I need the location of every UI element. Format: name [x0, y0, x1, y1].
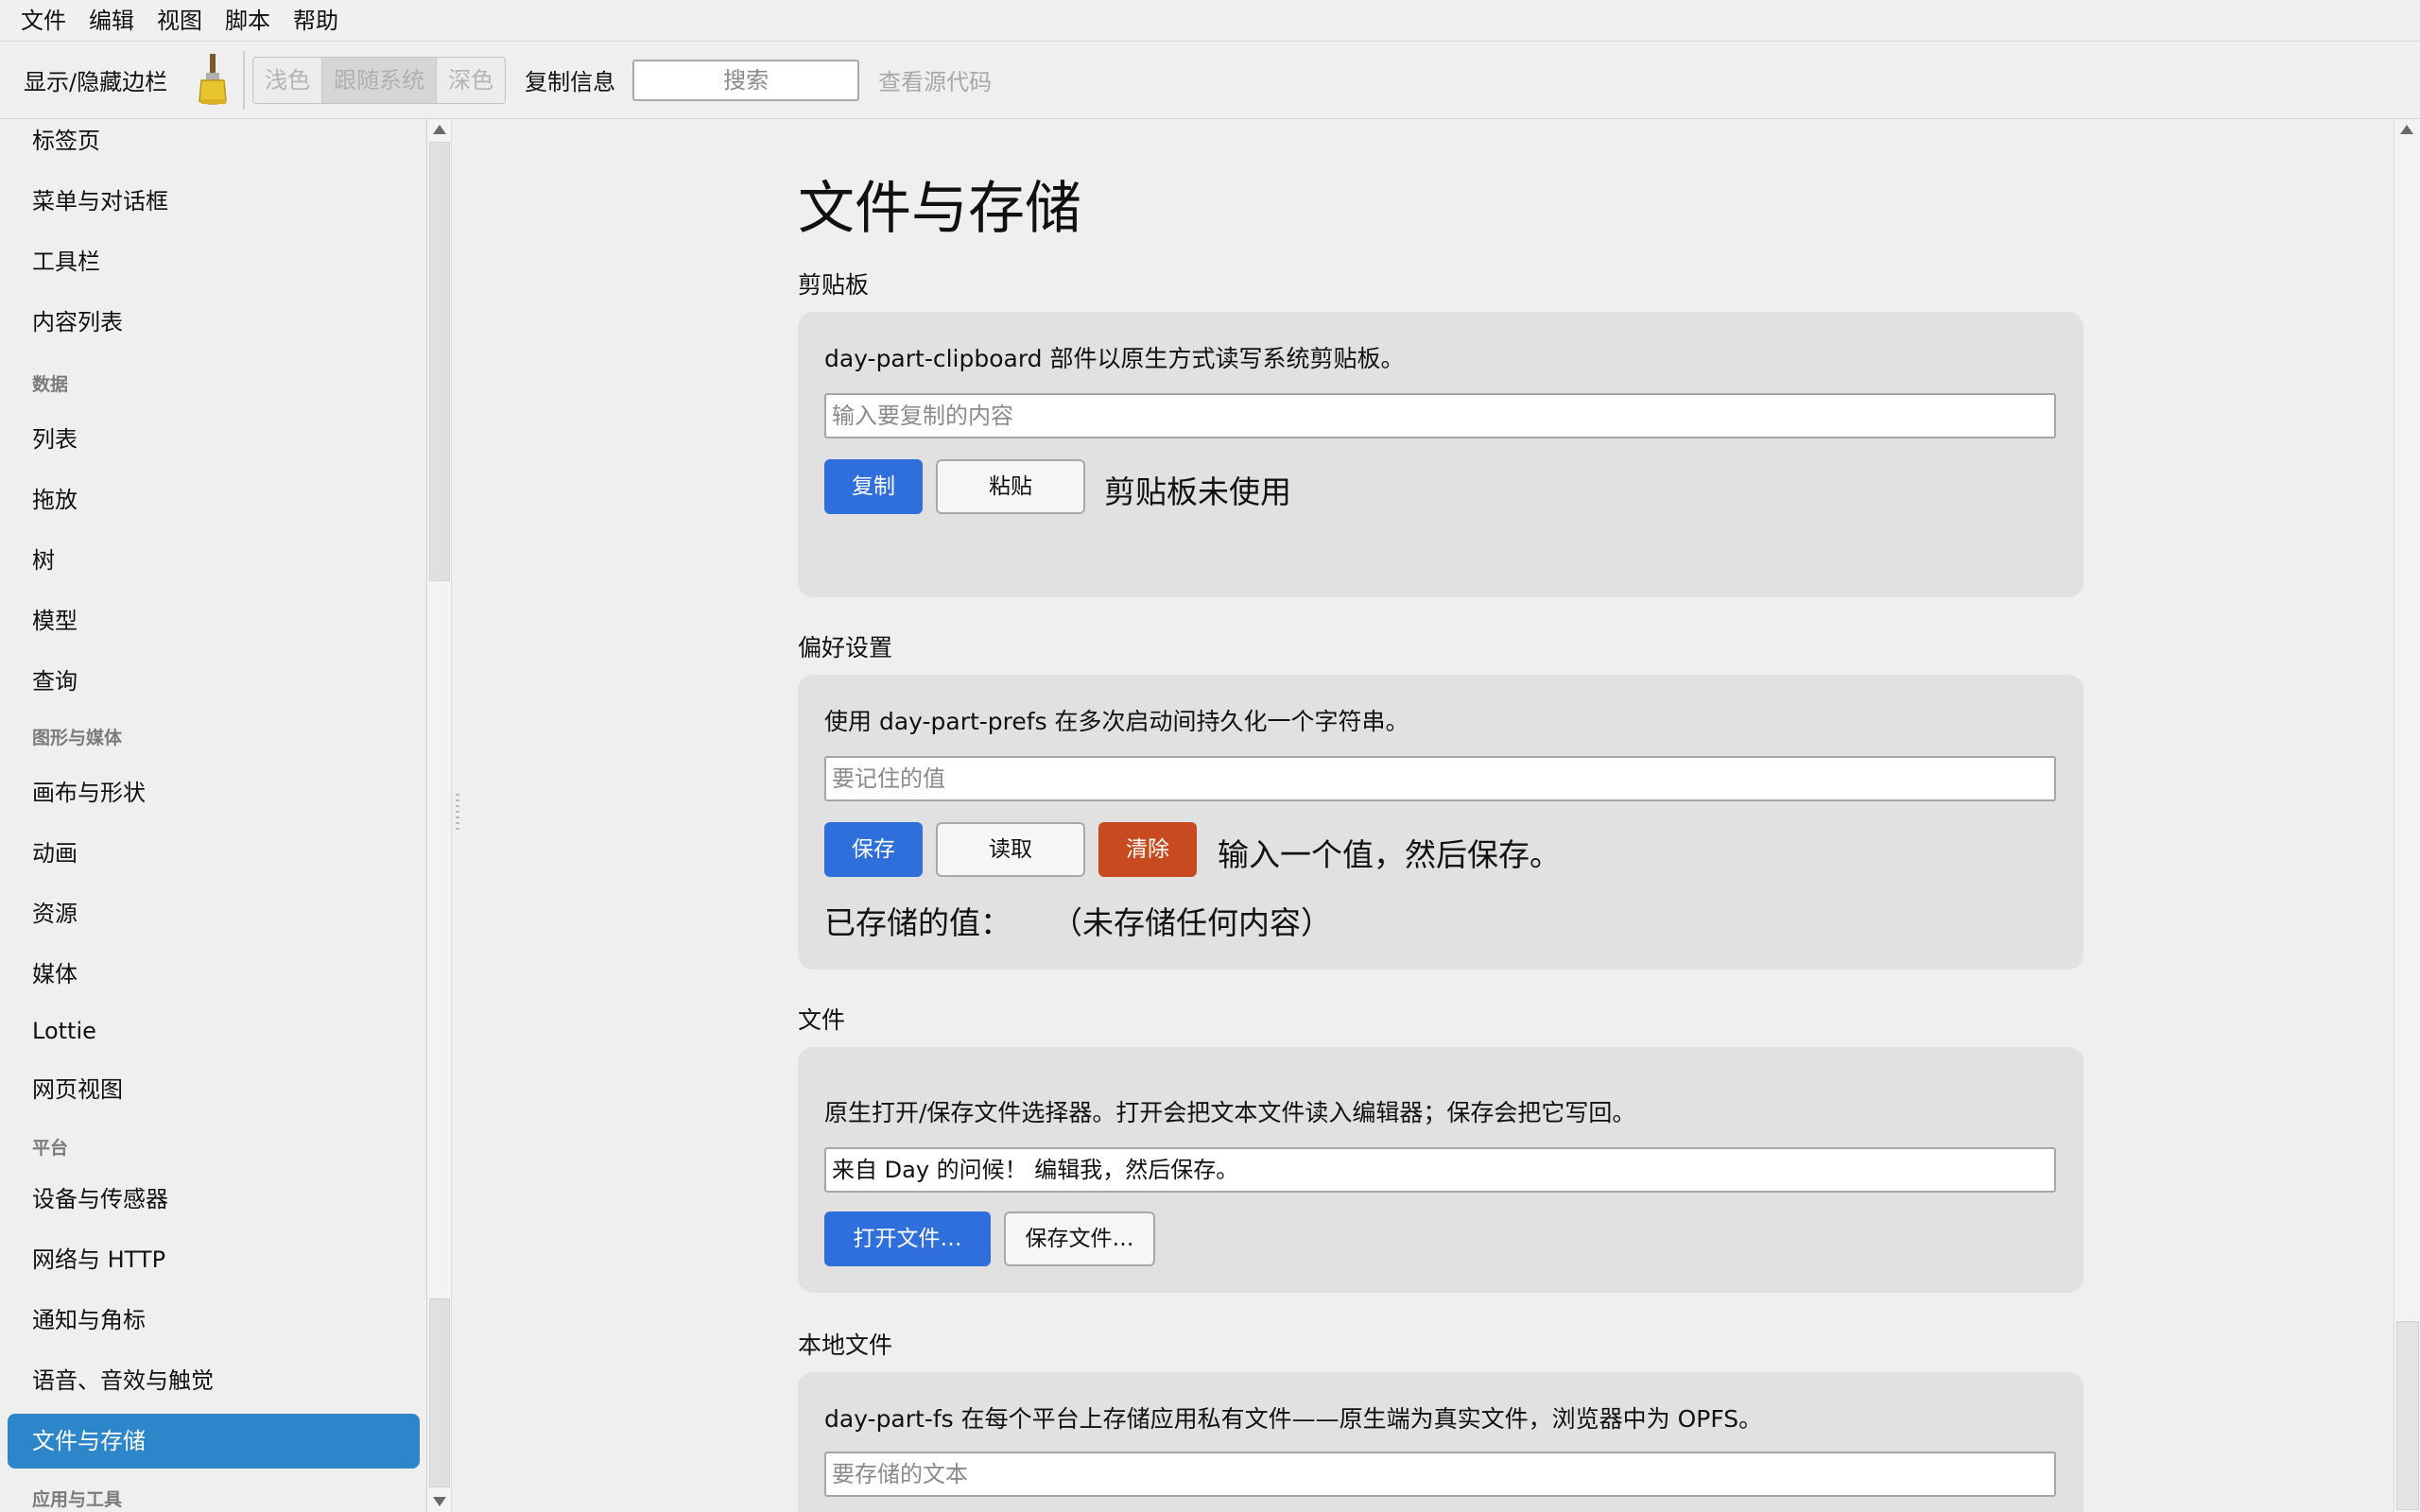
- sidebar-item[interactable]: 语音、音效与触觉: [8, 1353, 420, 1408]
- file-editor[interactable]: 来自 Day 的问候！ 编辑我，然后保存。: [824, 1147, 2056, 1193]
- save-button[interactable]: 保存: [824, 822, 923, 877]
- main-scroll-up-arrow-icon[interactable]: [2400, 125, 2413, 134]
- prefs-input[interactable]: 要记住的值: [824, 756, 2056, 801]
- prefs-card: 使用 day-part-prefs 在多次启动间持久化一个字符串。 要记住的值 …: [798, 675, 2083, 970]
- view-source-button[interactable]: 查看源代码: [878, 63, 992, 96]
- file-description: 原生打开/保存文件选择器。打开会把文本文件读入编辑器；保存会把它写回。: [824, 1099, 1636, 1126]
- main-scrollbar[interactable]: [2394, 119, 2420, 1512]
- menu-bar: 文件 编辑 视图 脚本 帮助: [0, 0, 2420, 42]
- menu-view[interactable]: 视图: [146, 0, 214, 42]
- menu-edit[interactable]: 编辑: [78, 0, 146, 42]
- copy-info-button[interactable]: 复制信息: [525, 63, 615, 96]
- local-files-description: day-part-fs 在每个平台上存储应用私有文件——原生端为真实文件，浏览器…: [824, 1405, 1763, 1433]
- sidebar-item[interactable]: 模型: [8, 593, 420, 648]
- theme-segmented-control: 浅色 跟随系统 深色: [252, 56, 507, 104]
- sidebar-item-active[interactable]: 文件与存储: [8, 1414, 420, 1469]
- sidebar-item[interactable]: 菜单与对话框: [8, 174, 420, 229]
- sidebar-item[interactable]: 内容列表: [8, 295, 420, 350]
- sidebar-section-header: 平台: [32, 1138, 69, 1159]
- scroll-up-arrow-icon[interactable]: [433, 125, 446, 134]
- main-scroll-thumb[interactable]: [2396, 1321, 2419, 1510]
- save-file-button[interactable]: 保存文件…: [1004, 1211, 1155, 1266]
- copy-button[interactable]: 复制: [824, 459, 923, 514]
- local-files-heading: 本地文件: [798, 1332, 893, 1359]
- sidebar-item[interactable]: 树: [8, 533, 420, 588]
- sidebar-item[interactable]: 拖放: [8, 472, 420, 527]
- menu-script[interactable]: 脚本: [214, 0, 282, 42]
- toggle-sidebar-button[interactable]: 显示/隐藏边栏: [24, 63, 167, 96]
- theme-light-button[interactable]: 浅色: [253, 57, 323, 103]
- clipboard-card: day-part-clipboard 部件以原生方式读写系统剪贴板。 输入要复制…: [798, 312, 2083, 597]
- file-heading: 文件: [798, 1006, 846, 1034]
- sidebar-item[interactable]: 设备与传感器: [8, 1172, 420, 1227]
- search-input[interactable]: 搜索: [632, 59, 860, 101]
- clipboard-description: day-part-clipboard 部件以原生方式读写系统剪贴板。: [824, 345, 1405, 372]
- open-file-button[interactable]: 打开文件…: [824, 1211, 991, 1266]
- sidebar-item[interactable]: 查询: [8, 654, 420, 709]
- prefs-status: 输入一个值，然后保存。: [1218, 836, 1561, 873]
- sidebar-item[interactable]: 工具栏: [8, 234, 420, 289]
- theme-dark-button[interactable]: 深色: [437, 57, 506, 103]
- sidebar-item[interactable]: 网页视图: [8, 1062, 420, 1117]
- load-button[interactable]: 读取: [936, 822, 1085, 877]
- sidebar-item[interactable]: 通知与角标: [8, 1293, 420, 1348]
- sidebar-item[interactable]: 网络与 HTTP: [8, 1232, 420, 1287]
- local-files-card: day-part-fs 在每个平台上存储应用私有文件——原生端为真实文件，浏览器…: [798, 1372, 2083, 1512]
- sidebar-item[interactable]: 标签页: [8, 119, 420, 168]
- sidebar: 标签页菜单与对话框 工具栏内容列表数据列表 拖放树模型查询图形与媒体画布与形状动画资…: [0, 119, 427, 1512]
- sidebar-item[interactable]: Lottie: [8, 1004, 420, 1058]
- sidebar-scroll-thumb[interactable]: [429, 142, 450, 581]
- theme-system-button[interactable]: 跟随系统: [322, 57, 438, 103]
- toolbar: 显示/隐藏边栏 浅色 跟随系统 深色 复制信息 搜索 查看源代码: [0, 42, 2420, 119]
- paste-button[interactable]: 粘贴: [936, 459, 1085, 514]
- page-title: 文件与存储: [798, 176, 1081, 242]
- sidebar-section-header: 数据: [32, 374, 69, 395]
- clear-button[interactable]: 清除: [1098, 822, 1197, 877]
- sidebar-section-header: 图形与媒体: [32, 728, 123, 748]
- menu-help[interactable]: 帮助: [282, 0, 350, 42]
- clipboard-heading: 剪贴板: [798, 271, 870, 299]
- prefs-heading: 偏好设置: [798, 634, 893, 662]
- prefs-description: 使用 day-part-prefs 在多次启动间持久化一个字符串。: [824, 708, 1409, 735]
- brush-icon[interactable]: [194, 52, 232, 109]
- sidebar-item[interactable]: 动画: [8, 826, 420, 881]
- file-card: 原生打开/保存文件选择器。打开会把文本文件读入编辑器；保存会把它写回。 来自 D…: [798, 1047, 2083, 1293]
- toolbar-separator: [243, 50, 246, 110]
- sidebar-scrollbar[interactable]: [427, 119, 452, 1512]
- stored-value: （未存储任何内容）: [1051, 904, 1332, 941]
- sidebar-scroll-track-segment: [429, 1298, 450, 1487]
- sidebar-item[interactable]: 画布与形状: [8, 765, 420, 820]
- main-content: 文件与存储 剪贴板 day-part-clipboard 部件以原生方式读写系统…: [454, 119, 2394, 1512]
- sidebar-item[interactable]: 媒体: [8, 947, 420, 1002]
- clipboard-input[interactable]: 输入要复制的内容: [824, 393, 2056, 438]
- sidebar-item[interactable]: 资源: [8, 886, 420, 941]
- clipboard-status: 剪贴板未使用: [1104, 473, 1291, 510]
- local-files-input[interactable]: 要存储的文本: [824, 1452, 2056, 1497]
- sidebar-item[interactable]: 列表: [8, 412, 420, 467]
- scroll-down-arrow-icon[interactable]: [433, 1497, 446, 1506]
- menu-file[interactable]: 文件: [9, 0, 78, 42]
- stored-value-label: 已存储的值：: [824, 904, 1011, 941]
- sidebar-section-header: 应用与工具: [32, 1489, 123, 1510]
